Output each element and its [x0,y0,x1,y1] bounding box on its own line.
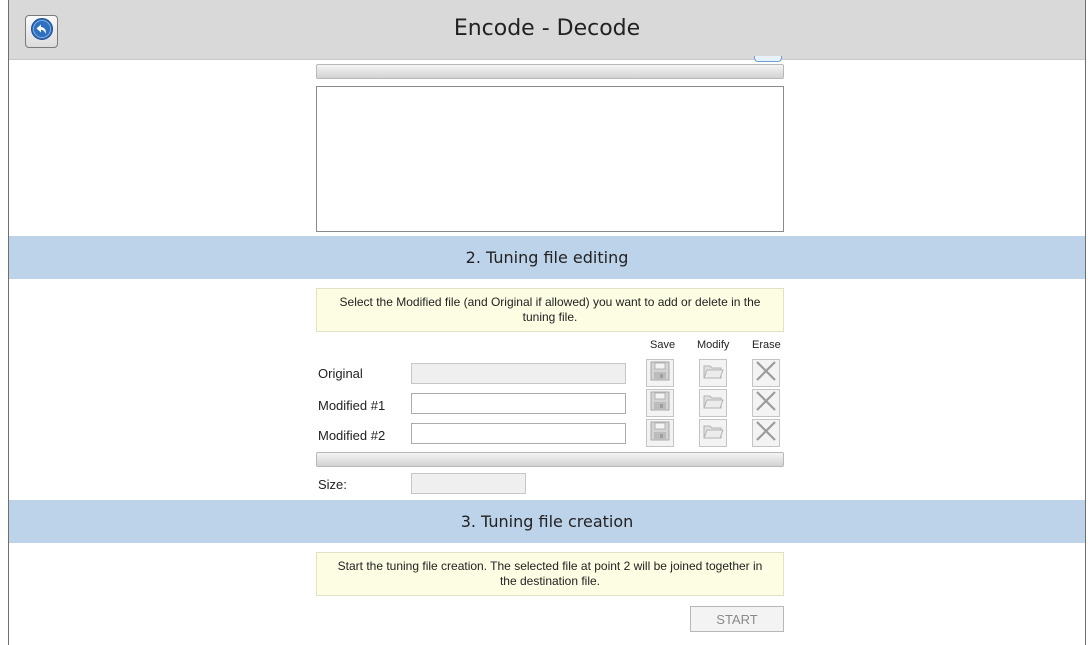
row-label-modified-2: Modified #2 [318,428,386,443]
window-title: Encode - Decode [453,16,641,41]
section1-log-area[interactable] [316,86,784,232]
section2-hint: Select the Modified file (and Original i… [316,288,784,332]
erase-original-button[interactable] [752,359,780,387]
original-file-field[interactable] [411,363,626,384]
modify-original-button[interactable] [699,359,727,387]
section2-progress-bar [316,452,784,467]
folder-open-icon [702,390,724,417]
modified-2-file-field[interactable] [411,423,626,444]
column-label-erase: Erase [752,339,781,351]
floppy-disk-icon [649,420,671,447]
window-border-right [1085,0,1086,645]
save-original-button[interactable] [646,359,674,387]
x-cross-icon [755,420,777,447]
section2-header: 2. Tuning file editing [9,236,1085,279]
title-bar: Encode - Decode [9,0,1085,60]
section3-hint: Start the tuning file creation. The sele… [316,552,784,596]
size-label: Size: [318,477,347,492]
row-label-modified-1: Modified #1 [318,398,386,413]
floppy-disk-icon [649,360,671,387]
window-border-left [8,0,9,645]
scroll-indicator[interactable] [754,56,782,62]
column-label-modify: Modify [697,339,730,351]
save-modified-2-button[interactable] [646,419,674,447]
section1-progress-bar [316,64,784,79]
erase-modified-1-button[interactable] [752,389,780,417]
modified-1-file-field[interactable] [411,393,626,414]
save-modified-1-button[interactable] [646,389,674,417]
section3-header: 3. Tuning file creation [9,500,1085,543]
x-cross-icon [755,360,777,387]
start-button[interactable]: START [690,606,784,632]
modify-modified-2-button[interactable] [699,419,727,447]
size-field[interactable] [411,473,526,494]
folder-open-icon [702,360,724,387]
folder-open-icon [702,420,724,447]
row-label-original: Original [318,366,363,381]
erase-modified-2-button[interactable] [752,419,780,447]
modify-modified-1-button[interactable] [699,389,727,417]
column-label-save: Save [650,339,676,351]
floppy-disk-icon [649,390,671,417]
x-cross-icon [755,390,777,417]
